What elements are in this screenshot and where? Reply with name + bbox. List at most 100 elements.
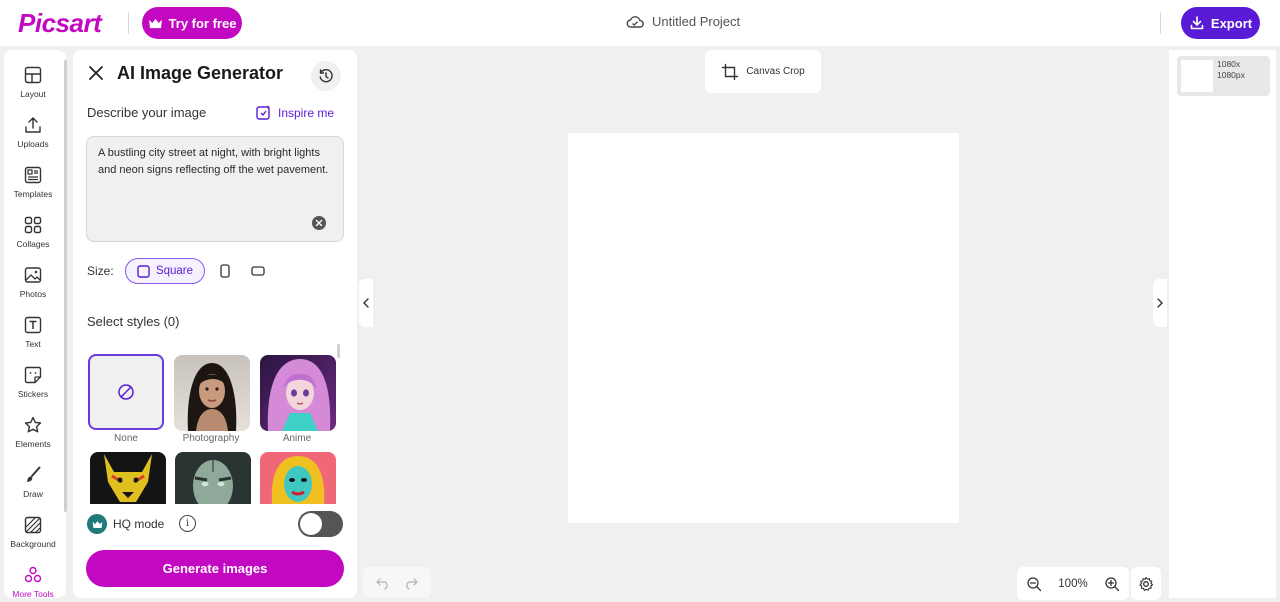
styles-scrollbar[interactable] — [337, 344, 340, 358]
square-icon — [137, 264, 150, 278]
rail-item-label: Templates — [13, 189, 53, 199]
canvas-page[interactable] — [568, 133, 959, 523]
zoom-out-icon[interactable] — [1026, 576, 1042, 592]
ai-image-generator-panel: AI Image Generator Describe your image I… — [73, 50, 357, 598]
size-label: Size: — [87, 264, 114, 278]
hq-mode-toggle[interactable] — [298, 511, 343, 537]
anime-thumbnail — [260, 355, 336, 431]
style-card-pop-art[interactable] — [260, 452, 336, 504]
rail-item-photos[interactable]: Photos — [4, 258, 62, 306]
stickers-icon — [24, 366, 42, 384]
prompt-textarea[interactable]: A bustling city street at night, with br… — [86, 136, 344, 242]
history-button[interactable] — [311, 61, 341, 91]
divider — [1160, 12, 1161, 34]
history-icon — [319, 69, 333, 83]
clear-prompt-button[interactable] — [312, 216, 326, 230]
rail-item-label: Photos — [19, 289, 47, 299]
chevron-left-icon — [363, 298, 369, 308]
style-card-none[interactable] — [88, 354, 164, 430]
try-for-free-label: Try for free — [168, 15, 237, 31]
download-icon — [1190, 16, 1204, 30]
rail-item-label: Layout — [20, 89, 46, 99]
text-icon — [24, 316, 42, 334]
divider — [128, 12, 129, 34]
rail-item-label: Uploads — [17, 139, 49, 149]
landscape-icon — [251, 266, 265, 276]
background-icon — [24, 516, 42, 534]
undo-redo-group — [363, 567, 431, 598]
page-size: 1080x 1080px — [1217, 59, 1245, 81]
try-for-free-button[interactable]: Try for free — [142, 7, 242, 39]
generate-images-button[interactable]: Generate images — [86, 550, 344, 587]
zoom-in-icon[interactable] — [1104, 576, 1120, 592]
size-square-option[interactable]: Square — [125, 258, 205, 284]
zoom-controls: 100% — [1017, 567, 1129, 600]
rail-item-uploads[interactable]: Uploads — [4, 108, 62, 156]
style-card-anime[interactable] — [260, 355, 336, 431]
picsart-logo[interactable]: Picsart — [18, 8, 102, 39]
rail-item-stickers[interactable]: Stickers — [4, 358, 62, 406]
rail-item-collages[interactable]: Collages — [4, 208, 62, 256]
size-portrait-option[interactable] — [213, 260, 237, 282]
style-name: Photography — [182, 433, 240, 444]
cloud-icon — [626, 15, 644, 28]
crown-icon — [148, 18, 162, 28]
crown-icon — [92, 520, 102, 528]
hq-mode-label: HQ mode — [113, 517, 165, 531]
rail-item-elements[interactable]: Elements — [4, 408, 62, 456]
star-icon — [24, 416, 42, 433]
describe-label: Describe your image — [87, 105, 207, 120]
portrait-icon — [220, 264, 230, 278]
canvas-crop-label: Canvas Crop — [746, 66, 805, 77]
close-icon — [315, 219, 323, 227]
panel-title: AI Image Generator — [117, 63, 284, 83]
rail-item-background[interactable]: Background — [4, 508, 62, 556]
canvas-crop-button[interactable]: Canvas Crop — [705, 50, 821, 93]
inspire-me-button[interactable]: Inspire me — [255, 104, 334, 121]
inspire-icon — [256, 105, 270, 120]
templates-icon — [24, 166, 42, 184]
page-thumbnail-preview — [1181, 60, 1213, 92]
prompt-text: A bustling city street at night, with br… — [98, 147, 329, 176]
hq-mode-icon — [87, 514, 107, 534]
export-button[interactable]: Export — [1181, 7, 1260, 39]
size-landscape-option[interactable] — [246, 260, 270, 282]
rail-item-label: More Tools — [12, 589, 54, 599]
rail-item-label: Collages — [16, 239, 50, 249]
info-glyph: i — [185, 518, 190, 529]
style-card-fantasy[interactable] — [175, 452, 251, 504]
project-name: Untitled Project — [652, 14, 741, 29]
close-icon[interactable] — [87, 64, 105, 82]
top-bar: Picsart Try for free Untitled Project Ex… — [0, 0, 1280, 46]
style-card-pop-dog[interactable] — [90, 452, 166, 504]
rail-item-draw[interactable]: Draw — [4, 458, 62, 506]
rail-scrollbar[interactable] — [64, 60, 67, 512]
undo-icon[interactable] — [375, 576, 391, 590]
page-thumbnail[interactable]: 1080x 1080px — [1177, 56, 1270, 96]
rail-item-text[interactable]: Text — [4, 308, 62, 356]
settings-button[interactable] — [1131, 567, 1161, 600]
rail-item-label: Background — [10, 539, 56, 549]
style-name: Anime — [282, 433, 312, 444]
upload-icon — [25, 117, 41, 133]
zoom-level[interactable]: 100% — [1058, 578, 1087, 590]
select-styles-label: Select styles (0) — [87, 314, 180, 329]
rail-item-templates[interactable]: Templates — [4, 158, 62, 206]
redo-icon[interactable] — [403, 576, 419, 590]
style-card-photography[interactable] — [174, 355, 250, 431]
rail-item-layout[interactable]: Layout — [4, 58, 62, 106]
collages-icon — [24, 216, 42, 234]
page-size-line2: 1080px — [1217, 70, 1245, 80]
expand-right-panel-tab[interactable] — [1153, 279, 1167, 327]
none-icon — [118, 384, 134, 400]
collapse-panel-tab[interactable] — [359, 279, 373, 327]
rail-item-more-tools[interactable]: More Tools — [4, 558, 62, 602]
crop-icon — [722, 63, 739, 80]
pages-panel: 1080x 1080px — [1169, 50, 1276, 598]
dog-art-thumbnail — [90, 452, 166, 504]
toggle-knob — [300, 513, 322, 535]
info-icon[interactable]: i — [179, 515, 196, 532]
rail-item-label: Elements — [15, 439, 51, 449]
brush-icon — [27, 466, 41, 482]
project-title[interactable]: Untitled Project — [626, 14, 740, 29]
